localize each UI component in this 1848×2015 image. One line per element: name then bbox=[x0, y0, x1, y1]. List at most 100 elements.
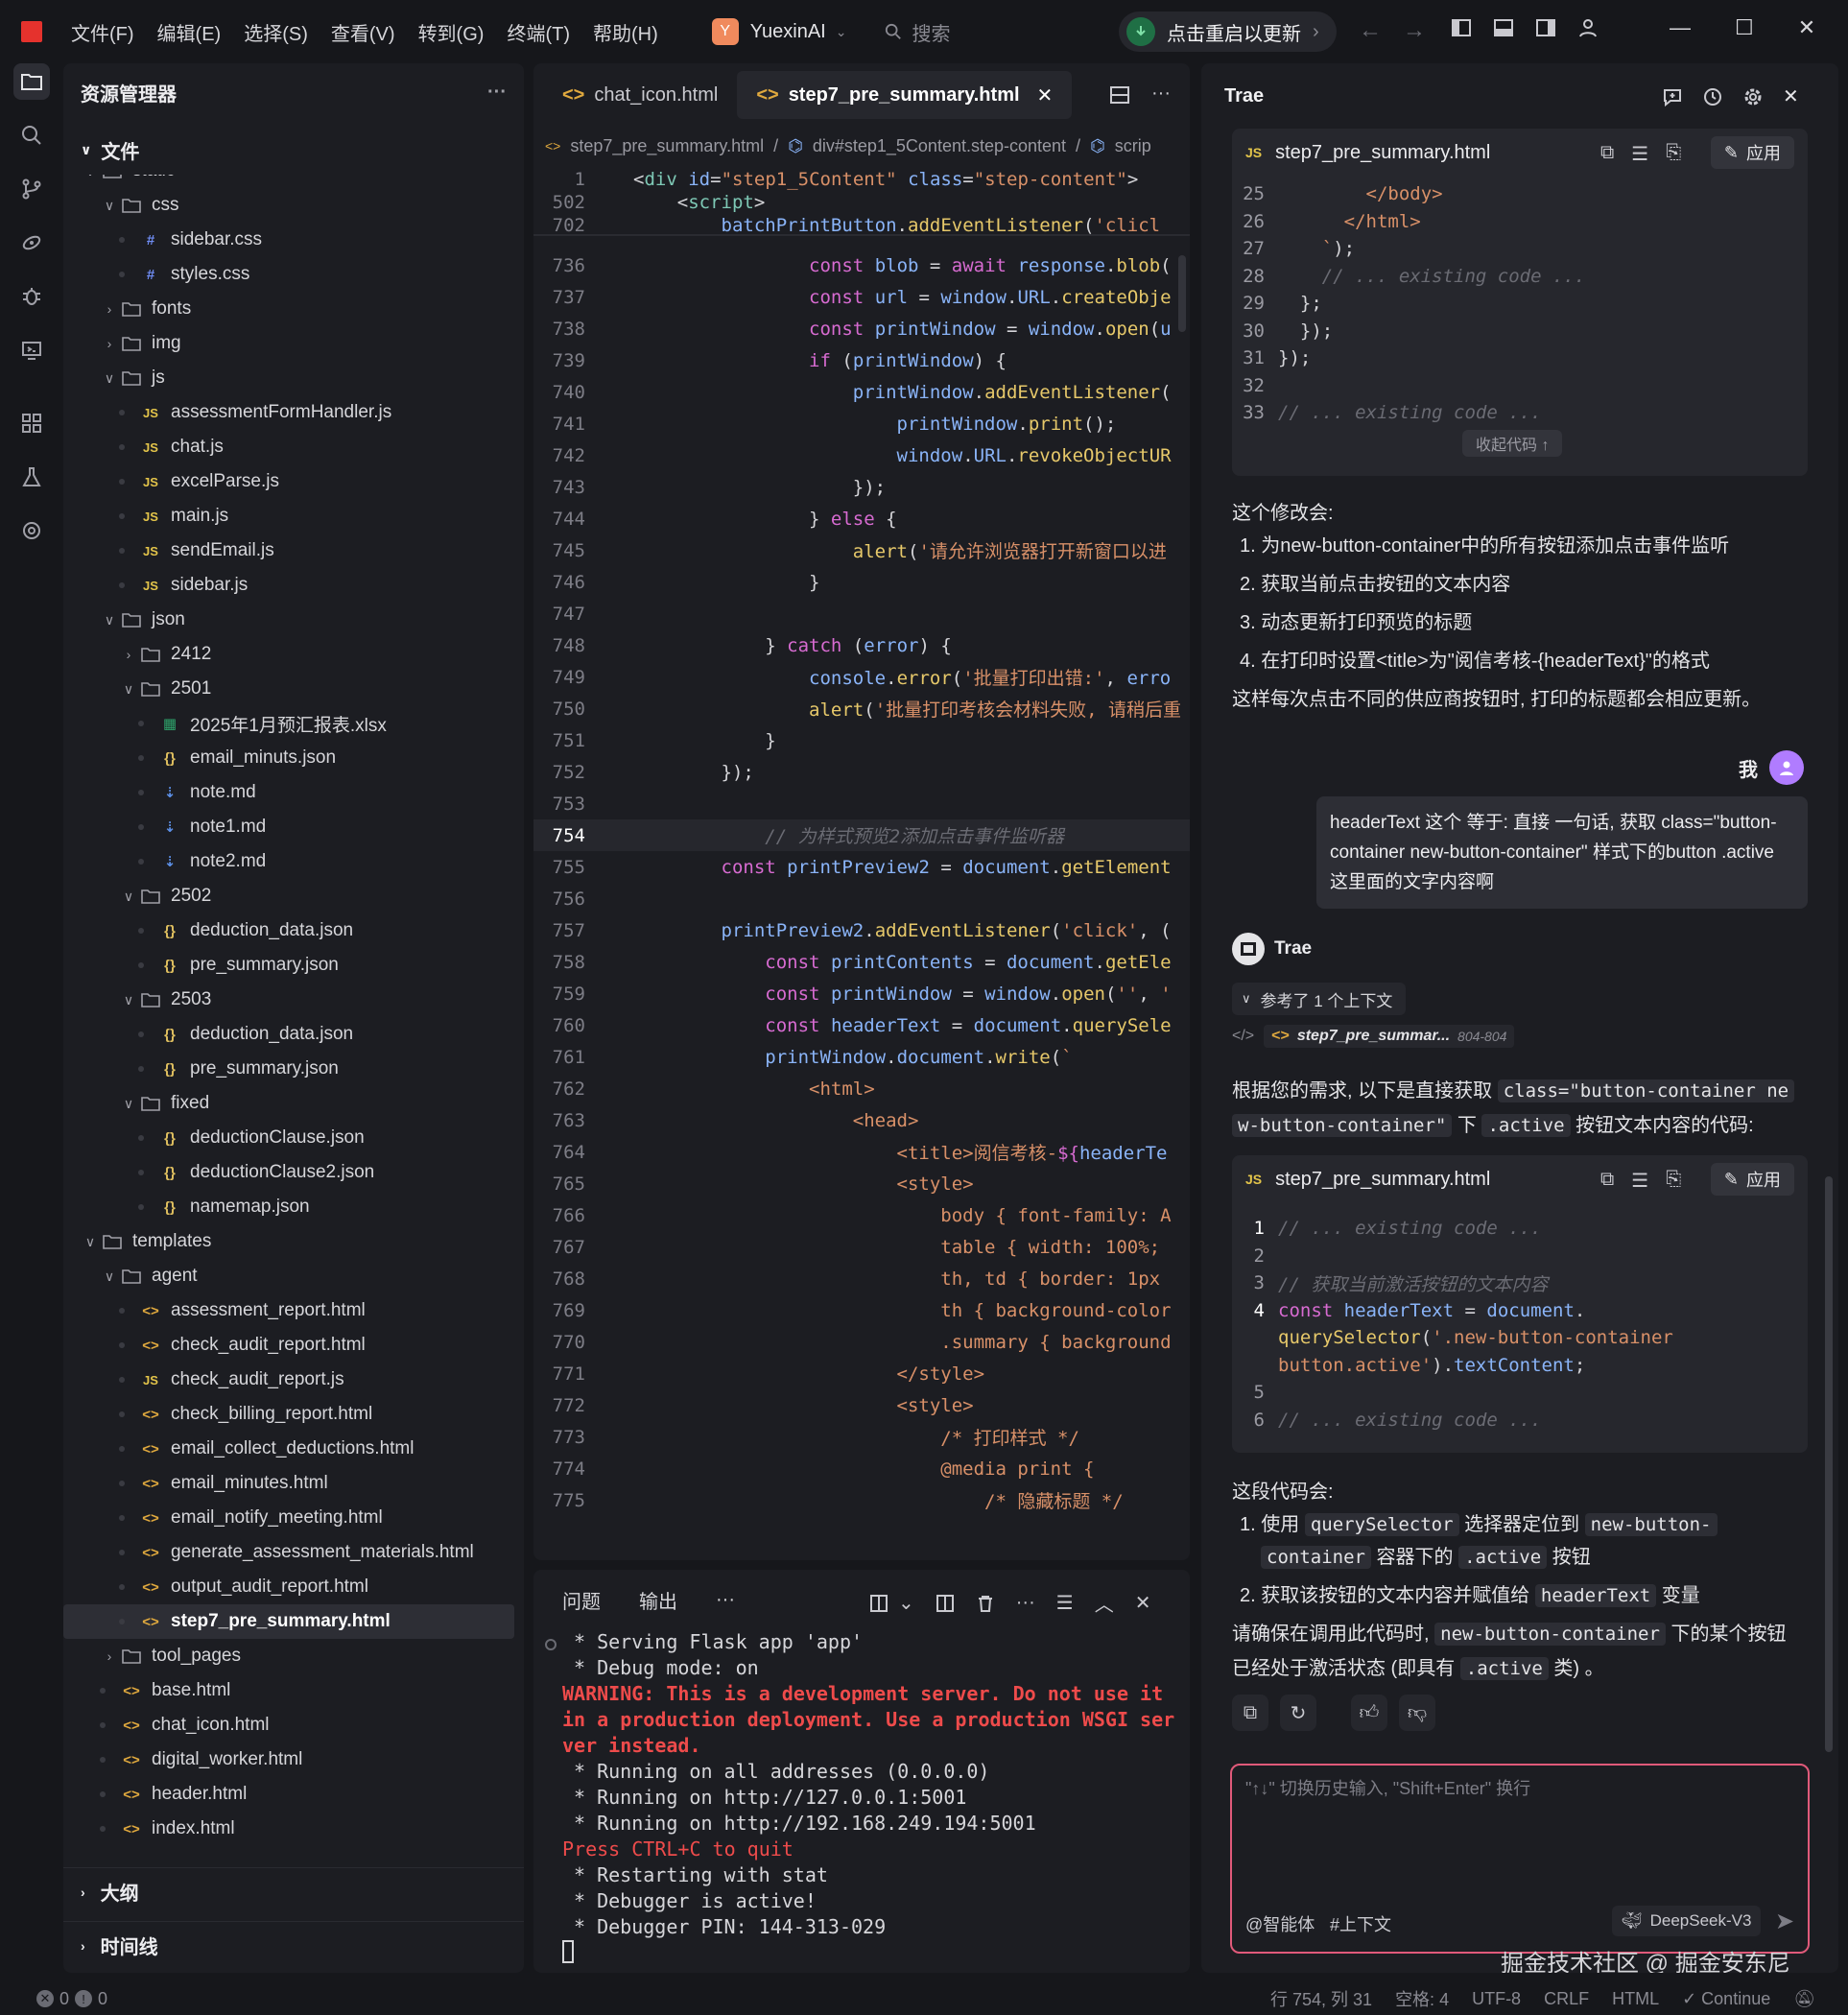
tree-file[interactable]: JS chat.js bbox=[63, 430, 514, 464]
encoding[interactable]: UTF-8 bbox=[1472, 1989, 1521, 2009]
copy-icon[interactable]: ⧉ bbox=[1600, 1169, 1614, 1193]
split-terminal-icon[interactable] bbox=[936, 1594, 955, 1613]
panel-more-tab[interactable]: ··· bbox=[716, 1589, 735, 1611]
new-file-icon[interactable]: ⎘ bbox=[1666, 1169, 1681, 1193]
tree-file[interactable]: <> check_billing_report.html bbox=[63, 1397, 514, 1432]
tree-file[interactable]: <> chat_icon.html bbox=[63, 1708, 514, 1742]
apps-icon[interactable] bbox=[13, 405, 50, 441]
insert-icon[interactable]: ☰ bbox=[1631, 142, 1648, 166]
toggle-sidebar-icon[interactable] bbox=[1451, 17, 1472, 38]
new-file-icon[interactable]: ⎘ bbox=[1666, 142, 1681, 166]
send-icon[interactable]: ➤ bbox=[1775, 1908, 1794, 1935]
chat-scrollbar[interactable] bbox=[1825, 1176, 1833, 1752]
code-editor[interactable]: 1 <div id="step1_5Content" class="step-co… bbox=[533, 169, 1190, 1560]
account-icon[interactable] bbox=[1577, 17, 1599, 38]
tree-file[interactable]: <> digital_worker.html bbox=[63, 1742, 514, 1777]
copy-icon[interactable]: ⧉ bbox=[1600, 142, 1614, 166]
editor-scrollbar[interactable] bbox=[1178, 255, 1186, 332]
menu-item[interactable]: 转到(G) bbox=[418, 18, 485, 46]
tree-folder[interactable]: ∨ fixed bbox=[63, 1086, 514, 1121]
context-button[interactable]: #上下文 bbox=[1330, 1911, 1391, 1936]
files-section-header[interactable]: ∨ 文件 bbox=[81, 136, 139, 164]
tree-folder[interactable]: ∨ json bbox=[63, 603, 514, 637]
more-actions-icon[interactable]: ··· bbox=[487, 82, 507, 104]
remote-icon[interactable] bbox=[13, 332, 50, 368]
global-search[interactable]: 搜索 bbox=[885, 18, 950, 46]
tree-folder[interactable]: ∨ agent bbox=[63, 1259, 514, 1293]
line-ending[interactable]: CRLF bbox=[1544, 1989, 1589, 2009]
split-editor-icon[interactable] bbox=[1109, 84, 1130, 106]
tree-folder[interactable]: ∨ static bbox=[63, 175, 514, 188]
close-tab-icon[interactable]: ✕ bbox=[1037, 83, 1054, 107]
chat-input[interactable]: "↑↓" 切换历史输入, "Shift+Enter" 换行 bbox=[1245, 1775, 1530, 1800]
tree-file[interactable]: JS check_audit_report.js bbox=[63, 1363, 514, 1397]
minimize-icon[interactable]: — bbox=[1670, 15, 1691, 40]
toggle-panel-icon[interactable] bbox=[1493, 17, 1514, 38]
regenerate-button[interactable]: ↻ bbox=[1280, 1695, 1316, 1731]
tree-folder[interactable]: › img bbox=[63, 326, 514, 361]
menu-item[interactable]: 编辑(E) bbox=[157, 18, 222, 46]
tree-file[interactable]: {} pre_summary.json bbox=[63, 948, 514, 983]
tab-problems[interactable]: 问题 bbox=[562, 1586, 601, 1614]
tab-output[interactable]: 输出 bbox=[639, 1586, 677, 1614]
breadcrumb-script[interactable]: scrip bbox=[1115, 136, 1151, 156]
context-file-ref[interactable]: </> <> step7_pre_summar... 804-804 bbox=[1232, 1025, 1515, 1048]
tree-folder[interactable]: ∨ css bbox=[63, 188, 514, 223]
new-chat-icon[interactable] bbox=[1662, 86, 1683, 107]
tree-file[interactable]: <> index.html bbox=[63, 1812, 514, 1846]
debug-icon[interactable] bbox=[13, 278, 50, 315]
timeline-section-header[interactable]: › 时间线 bbox=[63, 1921, 524, 1969]
settings-gear-icon[interactable] bbox=[1742, 86, 1764, 107]
close-panel-icon[interactable]: ✕ bbox=[1135, 1591, 1151, 1615]
tree-file[interactable]: ▦ 2025年1月预汇报表.xlsx bbox=[63, 706, 514, 741]
tree-folder[interactable]: ∨ templates bbox=[63, 1224, 514, 1259]
tree-folder[interactable]: ∨ 2503 bbox=[63, 983, 514, 1017]
nav-forward-icon[interactable]: → bbox=[1403, 17, 1426, 44]
breadcrumb-file[interactable]: step7_pre_summary.html bbox=[570, 136, 764, 156]
close-window-icon[interactable]: ✕ bbox=[1798, 15, 1815, 40]
problems-indicator[interactable]: ✕ 0 ! 0 bbox=[36, 1989, 107, 2009]
tree-file[interactable]: <> email_notify_meeting.html bbox=[63, 1501, 514, 1535]
tree-file[interactable]: <> step7_pre_summary.html bbox=[63, 1604, 514, 1639]
cursor-position[interactable]: 行 754, 列 31 bbox=[1270, 1986, 1372, 2011]
tree-folder[interactable]: › 2412 bbox=[63, 637, 514, 672]
tree-folder[interactable]: › tool_pages bbox=[63, 1639, 514, 1673]
tab-step7-pre-summary-html[interactable]: <> step7_pre_summary.html ✕ bbox=[737, 71, 1073, 119]
source-control-icon[interactable] bbox=[13, 171, 50, 207]
history-icon[interactable] bbox=[1702, 86, 1723, 107]
indentation[interactable]: 空格: 4 bbox=[1395, 1986, 1449, 2011]
continue-status[interactable]: ✓ Continue bbox=[1682, 1989, 1770, 2009]
filter-icon[interactable]: ☰ bbox=[1056, 1591, 1074, 1615]
tree-file[interactable]: {} deductionClause2.json bbox=[63, 1155, 514, 1190]
menu-item[interactable]: 终端(T) bbox=[507, 18, 570, 46]
tree-file[interactable]: <> output_audit_report.html bbox=[63, 1570, 514, 1604]
trash-icon[interactable] bbox=[976, 1594, 995, 1613]
model-selector[interactable]: 🐳︎ DeepSeek-V3 bbox=[1612, 1906, 1762, 1936]
tree-file[interactable]: <> base.html bbox=[63, 1673, 514, 1708]
chevron-down-icon[interactable]: ⌄ bbox=[898, 1591, 914, 1615]
close-icon[interactable]: ✕ bbox=[1783, 84, 1799, 108]
tree-file[interactable]: {} email_minuts.json bbox=[63, 741, 514, 775]
breadcrumb-element[interactable]: div#step1_5Content.step-content bbox=[813, 136, 1066, 156]
collapse-code-button[interactable]: 收起代码 ↑ bbox=[1462, 430, 1563, 457]
apply-button[interactable]: ✎ 应用 bbox=[1710, 136, 1794, 169]
context-toggle[interactable]: ∨ 参考了 1 个上下文 bbox=[1232, 983, 1407, 1015]
menu-item[interactable]: 选择(S) bbox=[244, 18, 308, 46]
tree-folder[interactable]: ∨ js bbox=[63, 361, 514, 395]
tree-file[interactable]: <> header.html bbox=[63, 1777, 514, 1812]
layout-icon[interactable] bbox=[869, 1594, 888, 1613]
extensions-icon[interactable] bbox=[13, 225, 50, 261]
apply-button[interactable]: ✎ 应用 bbox=[1710, 1163, 1794, 1196]
tree-file[interactable]: JS assessmentFormHandler.js bbox=[63, 395, 514, 430]
flask-icon[interactable] bbox=[13, 459, 50, 495]
chat-input-box[interactable]: "↑↓" 切换历史输入, "Shift+Enter" 换行 @智能体 #上下文 … bbox=[1230, 1764, 1810, 1954]
menu-item[interactable]: 文件(F) bbox=[71, 18, 134, 46]
tree-file[interactable]: ⇣ note2.md bbox=[63, 844, 514, 879]
tree-file[interactable]: # styles.css bbox=[63, 257, 514, 292]
tree-file[interactable]: ⇣ note1.md bbox=[63, 810, 514, 844]
maximize-panel-icon[interactable]: ︿ bbox=[1095, 1589, 1114, 1617]
settings-gear-icon[interactable] bbox=[13, 512, 50, 549]
tree-file[interactable]: <> assessment_report.html bbox=[63, 1293, 514, 1328]
thumbs-up-button[interactable]: 👍︎ bbox=[1351, 1695, 1387, 1731]
tree-file[interactable]: {} deduction_data.json bbox=[63, 913, 514, 948]
